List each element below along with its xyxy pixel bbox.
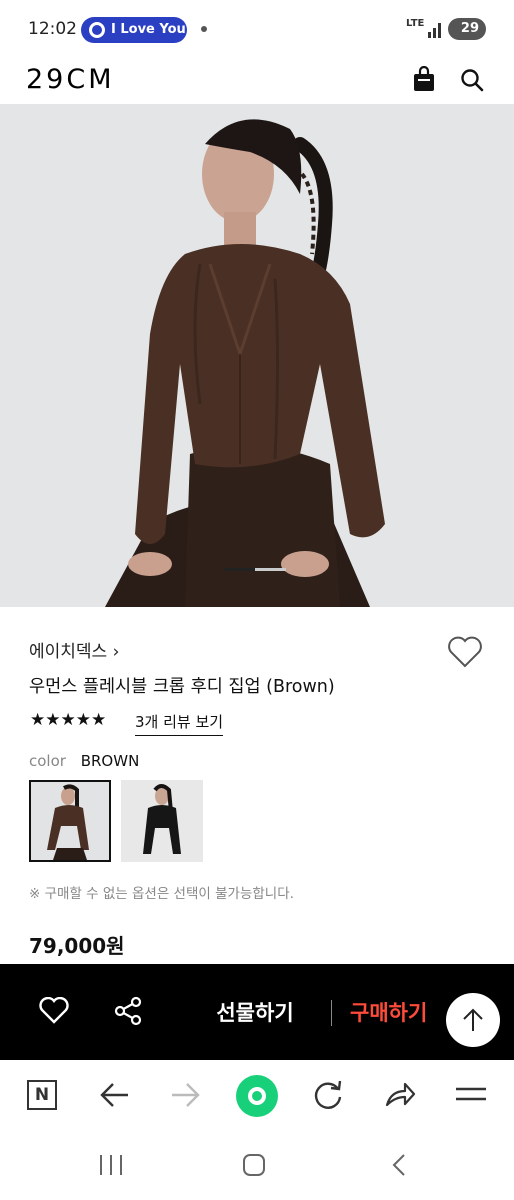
target-icon [89, 22, 105, 38]
notification-dot-icon [201, 26, 207, 32]
app-logo[interactable]: 29CM [26, 64, 115, 95]
product-title: 우먼스 플레시블 크롭 후디 집업 (Brown) [29, 677, 335, 697]
home-button-icon[interactable] [242, 1153, 266, 1177]
back-arrow-icon[interactable] [98, 1078, 132, 1112]
menu-icon[interactable] [454, 1078, 488, 1112]
notification-text: I Love You [111, 22, 186, 37]
system-back-icon[interactable] [390, 1153, 408, 1177]
share-forward-icon[interactable] [383, 1078, 417, 1112]
action-divider [331, 1000, 332, 1026]
heart-outline-icon[interactable] [39, 997, 69, 1024]
battery-indicator: 29 [448, 18, 486, 40]
image-pager [224, 568, 286, 571]
swatch-brown-thumbnail [31, 782, 109, 860]
home-icon[interactable] [236, 1075, 278, 1117]
shopping-bag-icon[interactable] [413, 66, 435, 92]
search-icon[interactable] [460, 68, 484, 92]
status-bar: 12:02 I Love You LTE 29 [0, 0, 514, 60]
arrow-up-icon [463, 1008, 483, 1031]
color-option-label: color BROWN [29, 752, 139, 770]
browser-toolbar: N [0, 1060, 514, 1130]
system-navigation-bar [0, 1130, 514, 1200]
heart-outline-icon[interactable] [447, 636, 483, 668]
gift-button[interactable]: 선물하기 [190, 997, 320, 1027]
scroll-to-top-button[interactable] [446, 993, 500, 1047]
brand-link[interactable]: 에이치덱스 › [29, 637, 119, 662]
app-header: 29CM [0, 60, 514, 104]
recent-apps-icon[interactable] [98, 1153, 124, 1177]
network-type: LTE [406, 18, 425, 29]
rating-stars: ★★★★★ [30, 710, 107, 730]
purchase-action-bar: 선물하기 구매하기 [0, 964, 514, 1060]
swatch-black-thumbnail [121, 780, 203, 862]
buy-button[interactable]: 구매하기 [350, 997, 460, 1027]
signal-icon [428, 20, 444, 38]
status-time: 12:02 [28, 19, 77, 39]
notification-pill[interactable]: I Love You [81, 17, 187, 43]
naver-tab-button[interactable]: N [27, 1080, 57, 1110]
color-value: BROWN [80, 752, 140, 770]
product-price: 79,000원 [29, 934, 125, 958]
share-icon[interactable] [113, 996, 143, 1026]
review-link[interactable]: 3개 리뷰 보기 [135, 711, 224, 736]
option-notice: ※ 구매할 수 없는 옵션은 선택이 불가능합니다. [29, 886, 294, 902]
refresh-icon[interactable] [311, 1078, 345, 1112]
color-label: color [29, 752, 66, 770]
color-swatch-brown[interactable] [29, 780, 111, 862]
product-photo [0, 104, 514, 607]
forward-arrow-icon[interactable] [168, 1078, 202, 1112]
pager-active-segment [224, 568, 255, 571]
color-swatch-black[interactable] [121, 780, 203, 862]
product-image-carousel[interactable] [0, 104, 514, 607]
